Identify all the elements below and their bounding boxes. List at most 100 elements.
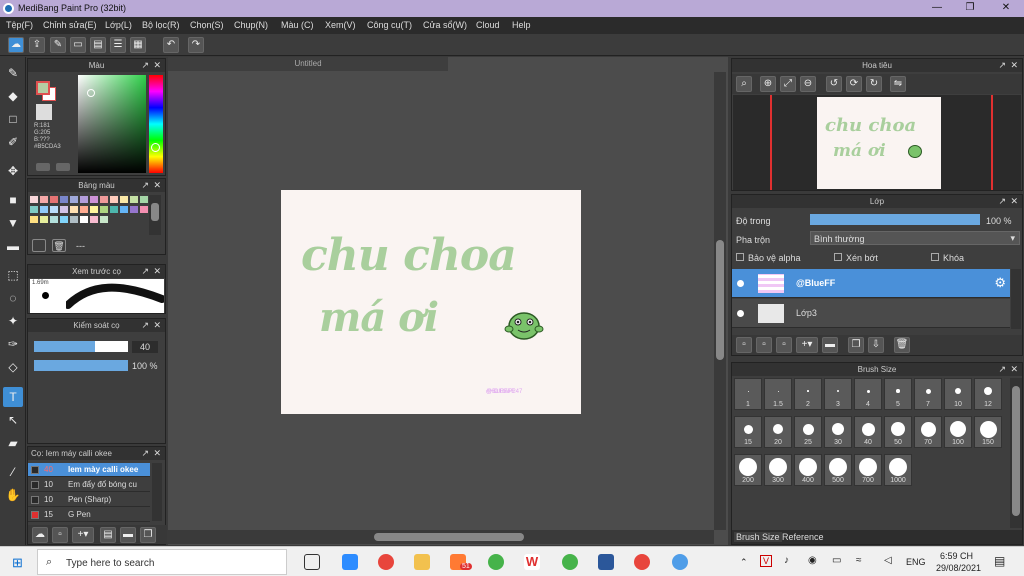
divide-tool-icon[interactable]: ▰ [3, 433, 23, 453]
medibang-icon[interactable] [672, 554, 688, 570]
file-explorer-icon[interactable] [414, 554, 430, 570]
brush-size-option[interactable]: 70 [914, 416, 942, 448]
brush-list-item[interactable]: 10 Em đẩy đổ bóng cu [28, 478, 150, 492]
tab-reference[interactable]: Reference [780, 532, 826, 542]
palette-swatch[interactable] [30, 206, 38, 213]
close-button[interactable]: ✕ [999, 2, 1013, 14]
picker-cursor[interactable] [87, 89, 95, 97]
language-indicator[interactable]: ENG [906, 557, 926, 567]
undock-icon[interactable]: ↗ [998, 195, 1006, 208]
palette-swatch[interactable] [110, 206, 118, 213]
brush-size-option[interactable]: 100 [944, 416, 972, 448]
menu-edit[interactable]: Chỉnh sửa(E) [43, 20, 97, 30]
layer-visibility-icon[interactable] [737, 280, 744, 287]
palette-swatch[interactable] [50, 216, 58, 223]
new-layer-icon[interactable]: ▫ [736, 337, 752, 353]
close-icon[interactable]: ✕ [153, 447, 161, 460]
brush-size-option[interactable]: 15 [734, 416, 762, 448]
canvas-hscroll-thumb[interactable] [374, 533, 524, 541]
flip-icon[interactable]: ⇋ [890, 76, 906, 92]
palette-swatch[interactable] [120, 206, 128, 213]
brush-size-option[interactable]: 700 [854, 454, 882, 486]
zoom-app-icon[interactable] [342, 554, 358, 570]
undock-icon[interactable]: ↗ [141, 319, 149, 332]
shape-tool-icon[interactable]: □ [3, 109, 23, 129]
close-icon[interactable]: ✕ [153, 319, 161, 332]
tab-brush-size[interactable]: Brush Size [734, 532, 782, 542]
wechat-alt-icon[interactable] [562, 554, 578, 570]
fill-rect-tool-icon[interactable]: ■ [3, 190, 23, 210]
color-swap-button[interactable] [56, 163, 70, 171]
palette-swatch[interactable] [60, 196, 68, 203]
chrome-icon[interactable] [378, 554, 394, 570]
hue-cursor[interactable] [151, 143, 160, 152]
brush-size-option[interactable]: 7 [914, 378, 942, 410]
palette-swatch[interactable] [40, 216, 48, 223]
canvas-hscroll[interactable] [168, 530, 714, 544]
palette-swatch[interactable] [140, 206, 148, 213]
brush-size-option[interactable]: 400 [794, 454, 822, 486]
menu-tools[interactable]: Công cụ(T) [367, 20, 412, 30]
new-halftone-layer-icon[interactable]: ▫ [756, 337, 772, 353]
clip-checkbox[interactable] [834, 253, 842, 261]
color-mode-button[interactable] [36, 163, 50, 171]
wechat-icon[interactable] [488, 554, 504, 570]
brush-size-option[interactable]: 4 [854, 378, 882, 410]
artwork-canvas[interactable]: chu choa má ơi @BLUEFF #HOIRAP247 [281, 190, 581, 414]
brush-list-item[interactable]: 15 G Pen [28, 508, 150, 522]
chrome-alt-icon[interactable] [634, 554, 650, 570]
saturation-value-picker[interactable] [78, 75, 146, 173]
chat-icon[interactable]: ▭ [70, 37, 86, 53]
layer-visibility-icon[interactable] [737, 310, 744, 317]
close-icon[interactable]: ✕ [1010, 59, 1018, 72]
page-icon[interactable]: ▤ [100, 527, 116, 543]
palette-swatch[interactable] [80, 216, 88, 223]
folder-icon[interactable]: ▬ [120, 527, 136, 543]
menu-color[interactable]: Màu (C) [281, 20, 314, 30]
brush-size-option[interactable]: 1 [734, 378, 762, 410]
close-icon[interactable]: ✕ [1010, 195, 1018, 208]
windows-start-icon[interactable]: ⊞ [12, 555, 23, 571]
palette-swatch[interactable] [50, 206, 58, 213]
palette-swatch[interactable] [70, 206, 78, 213]
brush-size-option[interactable]: 500 [824, 454, 852, 486]
palette-scroll-thumb[interactable] [151, 203, 159, 221]
palette-swatch[interactable] [60, 206, 68, 213]
wps-icon[interactable]: W [524, 554, 540, 570]
brush-size-option[interactable]: 40 [854, 416, 882, 448]
canvas-tab[interactable]: Untitled [168, 57, 448, 71]
palette-swatch[interactable] [50, 196, 58, 203]
add-layer-menu-icon[interactable]: +▾ [796, 337, 818, 353]
gradient-tool-icon[interactable]: ▬ [3, 236, 23, 256]
pen-tool-icon[interactable]: ✐ [3, 132, 23, 152]
new-8bit-layer-icon[interactable]: ▫ [776, 337, 792, 353]
brush-size-option[interactable]: 1000 [884, 454, 912, 486]
blend-mode-select[interactable]: Bình thường ▾ [810, 231, 1020, 245]
bucket-tool-icon[interactable]: ▼ [3, 213, 23, 233]
palette-swatch[interactable] [90, 216, 98, 223]
move-tool-icon[interactable]: ✥ [3, 161, 23, 181]
brush-size-option[interactable]: 12 [974, 378, 1002, 410]
palette-swatch[interactable] [110, 196, 118, 203]
brush-size-option[interactable]: 30 [824, 416, 852, 448]
brush-size-scroll-thumb[interactable] [1012, 386, 1020, 516]
cloud-icon[interactable]: ☁ [8, 37, 24, 53]
redo-icon[interactable]: ↷ [188, 37, 204, 53]
palette-swatch[interactable] [120, 196, 128, 203]
select-eraser-icon[interactable]: ◇ [3, 357, 23, 377]
canvas-vscroll-thumb[interactable] [716, 240, 724, 360]
zoom-out-icon[interactable]: ⌕ [736, 76, 752, 92]
canvas-vscroll[interactable] [714, 72, 726, 530]
duplicate-layer-icon[interactable]: ❐ [848, 337, 864, 353]
menu-select[interactable]: Chọn(S) [190, 20, 224, 30]
rotate-left-icon[interactable]: ↺ [826, 76, 842, 92]
merge-layer-icon[interactable]: ⇩ [868, 337, 884, 353]
undock-icon[interactable]: ↗ [998, 59, 1006, 72]
menu-cloud[interactable]: Cloud [476, 20, 500, 30]
menu-help[interactable]: Help [512, 20, 531, 30]
lasso-tool-icon[interactable]: ◌ [3, 288, 23, 308]
lock-checkbox[interactable] [931, 253, 939, 261]
brush-size-option[interactable]: 200 [734, 454, 762, 486]
palette-swatch[interactable] [100, 206, 108, 213]
brush-size-option[interactable]: 150 [974, 416, 1002, 448]
